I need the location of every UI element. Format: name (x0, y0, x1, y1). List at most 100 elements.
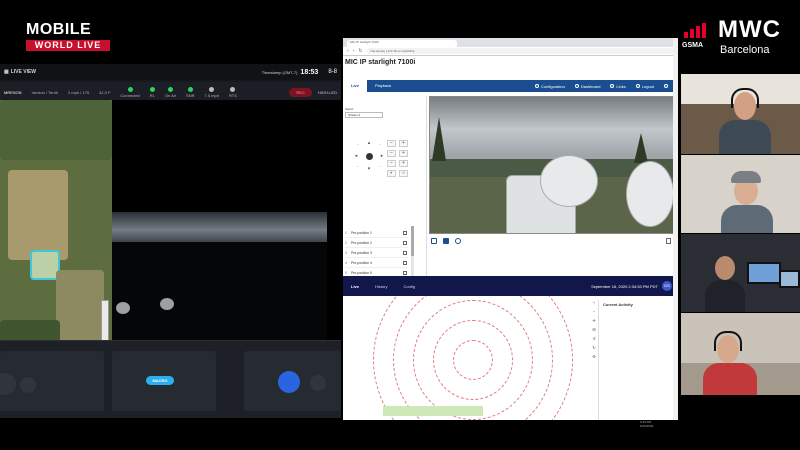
gsma-bars-icon (684, 22, 714, 38)
fullscreen-icon[interactable] (431, 238, 437, 244)
zoom-focus-controls: − + − + − + ◐ ☼ (387, 140, 411, 178)
tab-live[interactable]: Live (343, 80, 368, 92)
range-ring (373, 296, 573, 420)
pan-up-left-icon[interactable]: · (355, 142, 361, 148)
activity-title: Current Activity (603, 302, 633, 307)
nav-configuration[interactable]: Configuration (535, 84, 565, 89)
participant-tile[interactable] (681, 74, 800, 154)
taskbar-clock: 6:34 PM 9/16/2020 (640, 420, 654, 428)
stat-temp: 42.0 F (99, 89, 111, 95)
pan-left-icon[interactable]: ◂ (353, 153, 359, 159)
rts-icon (230, 86, 236, 92)
tab-history[interactable]: History (367, 284, 395, 289)
save-icon[interactable] (403, 230, 407, 235)
macro-button[interactable]: MACRO (146, 376, 174, 385)
feed-sky (112, 212, 327, 242)
status-rts: RTS (229, 86, 237, 98)
zoom-out-icon[interactable]: − (590, 309, 598, 318)
pan-up-icon[interactable]: ▴ (366, 140, 372, 146)
focus-near-icon[interactable]: − (387, 150, 396, 157)
participant-face (715, 256, 735, 280)
preset-item[interactable]: 1 Pre-position 1 (345, 228, 409, 238)
save-icon[interactable] (403, 240, 407, 245)
help-icon[interactable] (664, 84, 668, 89)
live-view-title[interactable]: ▦ LIVE VIEW (4, 69, 36, 75)
gear-icon (535, 84, 540, 88)
iris-open-icon[interactable]: + (399, 160, 408, 167)
nav-logout[interactable]: Logout (635, 84, 654, 89)
mwl-logo-bottom: WORLD LIVE (26, 40, 110, 51)
ptz-home-button[interactable] (366, 153, 373, 160)
pan-down-icon[interactable]: ▾ (366, 166, 372, 172)
participant-tile[interactable] (681, 155, 800, 233)
nav-links[interactable]: Links (610, 84, 626, 89)
status-snr: SNR (186, 86, 194, 98)
participant-body (705, 280, 745, 312)
tab-config[interactable]: Config (395, 284, 423, 289)
radar-terrain (383, 406, 483, 416)
radar-map[interactable] (343, 296, 588, 420)
time-label: Timestamp (GMT-7) (261, 69, 298, 75)
wiper-icon[interactable]: ◐ (387, 170, 396, 177)
refresh-icon[interactable]: ↻ (590, 345, 598, 354)
grid-icon: ▦ (4, 69, 9, 75)
pan-down-left-icon[interactable]: · (355, 164, 361, 170)
gauge-icon (209, 86, 215, 92)
iris-close-icon[interactable]: − (387, 160, 396, 167)
control-card (244, 351, 341, 411)
save-icon[interactable] (403, 270, 407, 275)
settings-icon[interactable] (666, 238, 671, 244)
stat-carrier: Verizon / Tenth (31, 89, 58, 95)
satellite-dish-icon (540, 155, 598, 207)
satellite-dish-icon (626, 161, 674, 227)
record-button[interactable] (278, 371, 300, 393)
participant-tile[interactable] (681, 234, 800, 312)
gsma-label: GSMA (682, 42, 703, 49)
preset-item[interactable]: 4 Pre-position 4 (345, 258, 409, 268)
browser-scrollbar[interactable] (673, 38, 678, 420)
right-browser-window: MIC IP starlight 7100i ‹ › ↻ Not secure … (343, 38, 678, 420)
layers-icon[interactable]: ⊞ (590, 327, 598, 336)
tab-playback[interactable]: Playback (367, 80, 399, 92)
rec-button[interactable]: REC (289, 87, 312, 97)
crosshair-icon[interactable]: ✛ (590, 318, 598, 327)
pan-up-right-icon[interactable]: · (377, 142, 383, 148)
pan-down-right-icon[interactable]: · (377, 164, 383, 170)
connected-icon (127, 86, 133, 92)
target-icon[interactable] (20, 377, 36, 393)
user-avatar[interactable]: DS (662, 281, 672, 291)
settings-icon[interactable]: ⚙ (590, 354, 598, 363)
stream-select[interactable]: Stream 2 (345, 112, 383, 118)
compass-icon[interactable]: ↺ (590, 336, 598, 345)
focus-far-icon[interactable]: + (399, 150, 408, 157)
back-icon[interactable]: ‹ (347, 48, 349, 54)
save-icon[interactable] (403, 260, 407, 265)
record-icon[interactable] (455, 238, 461, 244)
left-shared-app: ▦ LIVE VIEW Timestamp (GMT-7) 18:53 8-8 … (0, 64, 341, 418)
reload-icon[interactable]: ↻ (358, 48, 362, 54)
browser-tab[interactable]: MIC IP starlight 7100i (347, 40, 457, 47)
preset-item[interactable]: 3 Pre-position 3 (345, 248, 409, 258)
snapshot-icon[interactable] (443, 238, 449, 244)
mwc-title: MWC (718, 16, 781, 43)
ptz-live-video[interactable] (429, 96, 675, 234)
participant-tile[interactable] (681, 313, 800, 395)
save-icon[interactable] (403, 250, 407, 255)
camera-icon[interactable] (310, 375, 326, 391)
zoom-in-icon[interactable]: + (590, 300, 598, 309)
clock-time: 18:53 (300, 68, 319, 76)
forward-icon[interactable]: › (353, 48, 355, 54)
dish-icon (160, 298, 174, 310)
zoom-in-icon[interactable]: + (399, 140, 408, 147)
zoom-out-icon[interactable]: − (387, 140, 396, 147)
location-label: MRESON (4, 89, 22, 95)
snr-icon (187, 86, 193, 92)
light-icon[interactable]: ☼ (399, 170, 408, 177)
tab-live-lower[interactable]: Live (343, 284, 367, 289)
pan-right-icon[interactable]: ▸ (379, 153, 385, 159)
joystick-button[interactable] (0, 373, 16, 395)
url-field[interactable]: Not secure | 172.16.xx.xx/ptz/live (366, 48, 674, 54)
quality-label: HIGH-LED (317, 89, 337, 95)
preset-item[interactable]: 2 Pre-position 2 (345, 238, 409, 248)
nav-dashboard[interactable]: Dashboard (574, 84, 600, 89)
